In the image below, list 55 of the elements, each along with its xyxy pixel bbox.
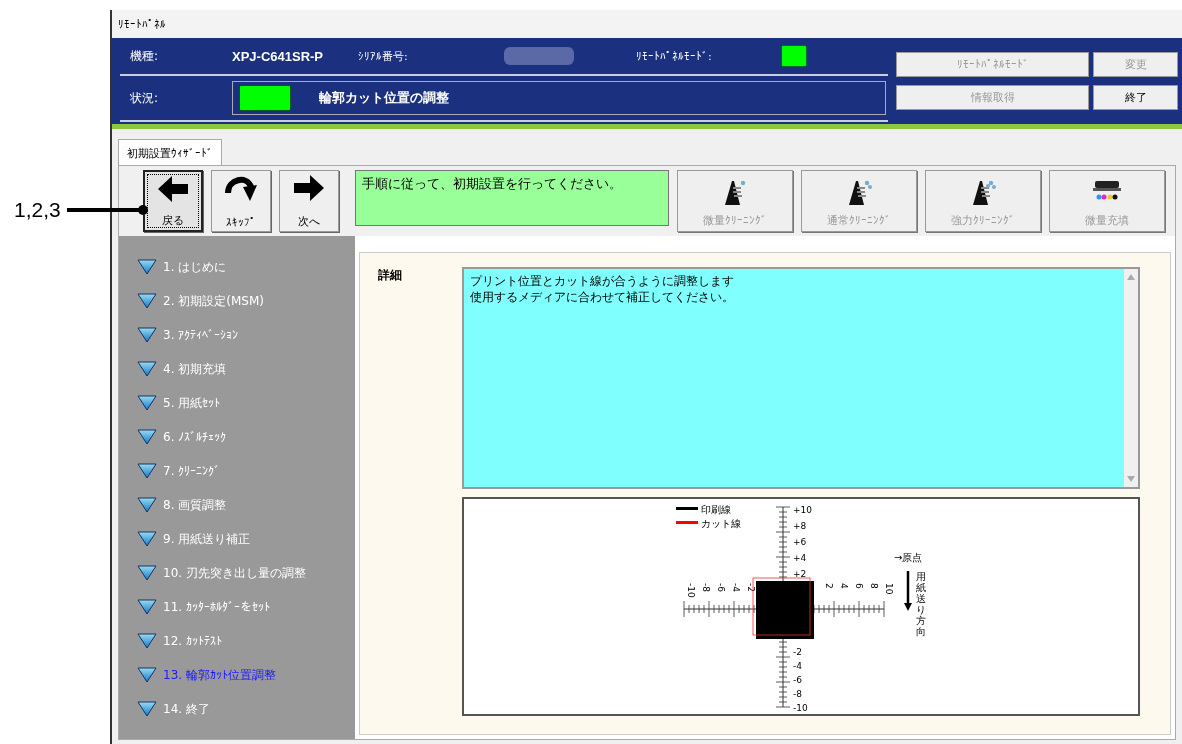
serial-label: ｼﾘｱﾙ番号: <box>358 48 409 64</box>
origin-label: →原点 <box>894 552 923 563</box>
step-item[interactable]: 5. 用紙ｾｯﾄ <box>163 394 221 412</box>
ruler-label: 8 <box>869 583 879 589</box>
step-item[interactable]: 4. 初期充填 <box>163 360 227 378</box>
ruler-label: -8 <box>701 583 711 592</box>
remote-mode-label: ﾘﾓｰﾄﾊﾟﾈﾙﾓｰﾄﾞ: <box>636 49 713 63</box>
ruler-label: -10 <box>793 703 808 713</box>
status-text: 輪郭カット位置の調整 <box>319 89 449 107</box>
step-item[interactable]: 12. ｶｯﾄﾃｽﾄ <box>163 634 222 648</box>
step-item[interactable]: 14. 終了 <box>163 700 210 718</box>
step-item[interactable]: 7. ｸﾘｰﾆﾝｸﾞ <box>163 464 221 478</box>
step-item[interactable]: 9. 用紙送り補正 <box>163 530 251 548</box>
nav-button[interactable]: 次へ <box>279 170 339 232</box>
ruler-label: -4 <box>731 583 741 592</box>
ruler-label: -2 <box>746 583 756 592</box>
ruler-label: -6 <box>793 675 802 685</box>
status-label: 状況: <box>129 89 160 107</box>
ruler-label: +6 <box>793 537 807 547</box>
ruler-label: +4 <box>793 553 807 563</box>
step-item[interactable]: 13. 輪郭ｶｯﾄ位置調整 <box>163 666 276 684</box>
nav-button[interactable]: ｽｷｯﾌﾟ <box>211 170 271 232</box>
detail-text: 使用するメディアに合わせて補正してください。 <box>470 289 735 305</box>
step-item[interactable]: 11. ｶｯﾀｰﾎﾙﾀﾞｰをｾｯﾄ <box>163 600 270 614</box>
feed-direction-label: 用紙送り方向 <box>916 571 926 637</box>
window-title: ﾘﾓｰﾄﾊﾟﾈﾙ <box>118 17 166 31</box>
ruler-label: -10 <box>686 583 696 598</box>
nav-button[interactable]: 戻る <box>143 170 203 232</box>
detail-label: 詳細 <box>378 267 402 283</box>
step-item[interactable]: 6. ﾉｽﾞﾙﾁｪｯｸ <box>163 430 227 444</box>
ruler-label: 2 <box>824 583 834 589</box>
ruler-label: 10 <box>884 583 894 595</box>
ruler-label: 4 <box>839 583 849 589</box>
step-item[interactable]: 10. 刃先突き出し量の調整 <box>163 564 306 582</box>
wizard-tab[interactable]: 初期設置ｳｨｻﾞｰﾄﾞ <box>118 139 222 165</box>
header-button[interactable]: 終了 <box>1093 85 1179 110</box>
step-item[interactable]: 1. はじめに <box>163 258 227 276</box>
detail-text: プリント位置とカット線が合うように調整します <box>470 273 735 289</box>
ruler-label: -4 <box>793 661 802 671</box>
step-item[interactable]: 8. 画質調整 <box>163 496 227 514</box>
model-label: 機種: <box>129 47 160 65</box>
legend-label: 印刷線 <box>701 504 731 515</box>
ruler-label: -6 <box>716 583 726 592</box>
message-box: 手順に従って、初期設置を行ってください。 <box>355 170 669 226</box>
ruler-label: +10 <box>793 505 812 515</box>
step-item[interactable]: 3. ｱｸﾃｨﾍﾞｰｼｮﾝ <box>163 328 239 342</box>
model-value: XPJ-C641SR-P <box>232 48 325 64</box>
legend-label: カット線 <box>701 518 741 529</box>
ruler-label: +8 <box>793 521 807 531</box>
ruler-label: 6 <box>854 583 864 589</box>
callout-label: 1,2,3 <box>14 198 61 222</box>
step-item[interactable]: 2. 初期設定(MSM) <box>163 292 264 310</box>
ruler-label: -2 <box>793 647 802 657</box>
ruler-label: +2 <box>793 569 807 579</box>
ruler-label: -8 <box>793 689 802 699</box>
